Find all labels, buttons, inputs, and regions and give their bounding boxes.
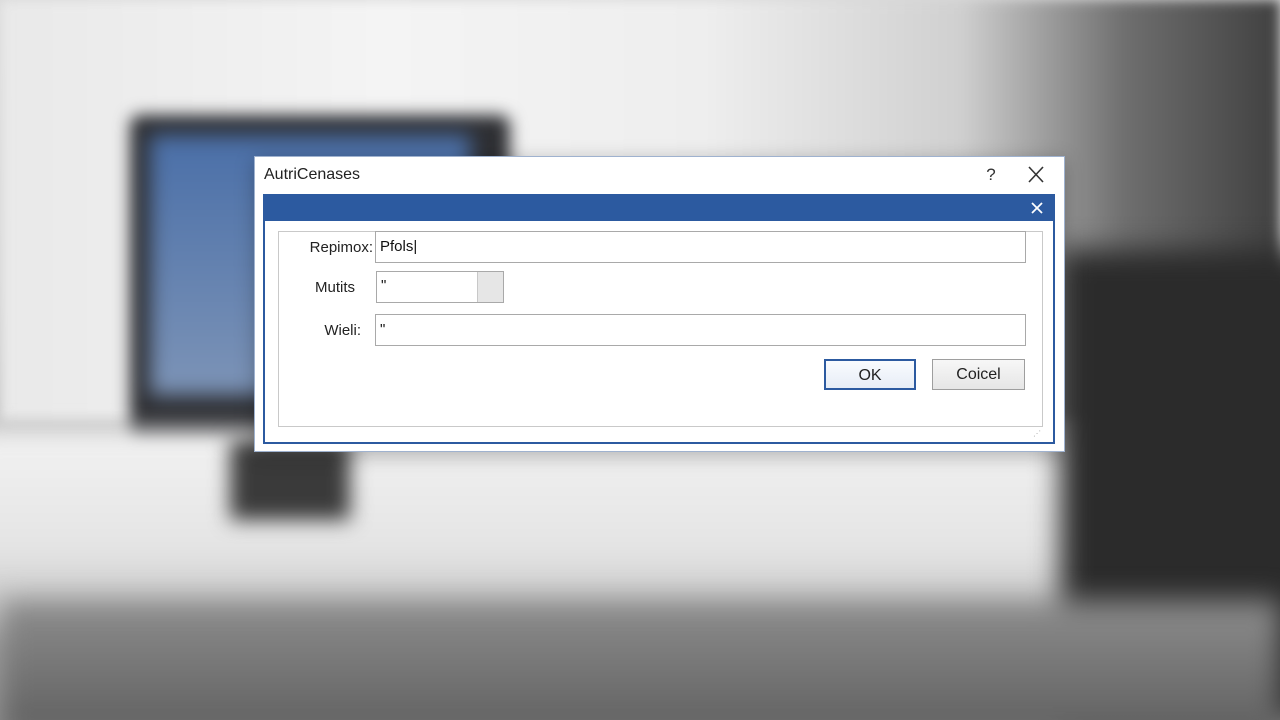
inner-close-button[interactable] [1029,200,1045,216]
cancel-button[interactable]: Coicel [932,359,1025,390]
repimox-input[interactable]: Pfols| [375,231,1026,263]
form-group: Repimox: Pfols| Mutits " Wieli: " OK Coi… [278,231,1043,427]
mutits-value: " [381,277,387,294]
spinner-button[interactable] [477,272,503,302]
close-button[interactable] [1023,163,1049,187]
inner-panel: Repimox: Pfols| Mutits " Wieli: " OK Coi… [263,194,1055,444]
close-icon [1028,166,1044,183]
field-label-mutits: Mutits [314,279,355,296]
field-label-repimox: Repimox: [309,239,373,256]
help-icon: ? [986,165,996,184]
ok-button[interactable]: OK [824,359,916,390]
dialog-window: AutriCenases ? Repimox: Pfols| Mutits " … [254,156,1065,452]
dialog-title: AutriCenases [264,166,361,183]
inner-header-bar [265,196,1053,221]
help-button[interactable]: ? [981,163,1001,187]
background-monitor-stand [230,440,350,520]
field-label-wieli: Wieli: [324,322,361,339]
background-floor [0,600,1280,720]
desktop-background: AutriCenases ? Repimox: Pfols| Mutits " … [0,0,1280,720]
mutits-spinner[interactable]: " [376,271,504,303]
close-icon [1031,202,1043,214]
resize-grip-icon[interactable]: ⋰ [1033,429,1041,438]
wieli-input[interactable]: " [375,314,1026,346]
dialog-titlebar[interactable]: AutriCenases ? [255,157,1064,193]
